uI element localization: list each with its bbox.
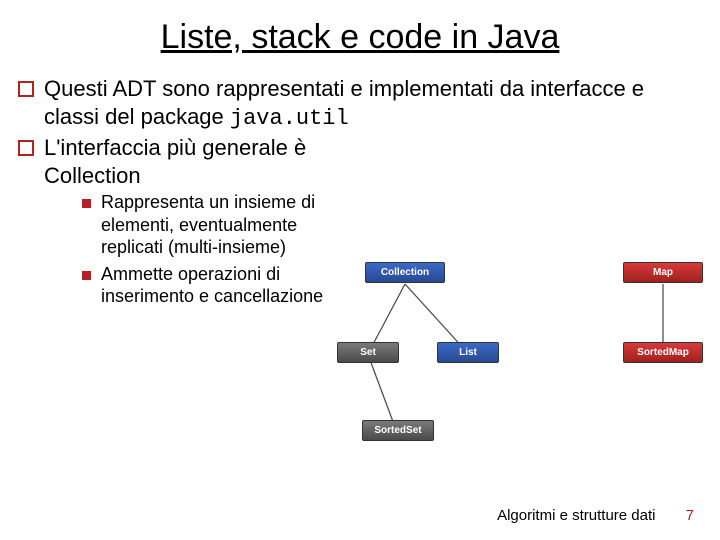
page-number: 7 xyxy=(686,507,694,524)
bullet-2: L'interfaccia più generale è Collection xyxy=(18,134,702,189)
hierarchy-diagram: Collection Map Set List SortedMap Sorted… xyxy=(365,262,710,462)
footer-text: Algoritmi e strutture dati xyxy=(497,507,655,524)
slide-title: Liste, stack e code in Java xyxy=(0,0,720,67)
node-set: Set xyxy=(337,342,399,363)
bullet-1-code: java.util xyxy=(230,106,349,131)
bullet-icon xyxy=(18,140,34,156)
sub-bullet-1-text: Rappresenta un insieme di elementi, even… xyxy=(101,191,351,259)
node-map: Map xyxy=(623,262,703,283)
sub-bullet-1: Rappresenta un insieme di elementi, even… xyxy=(82,191,702,259)
bullet-2-text: L'interfaccia più generale è Collection xyxy=(44,134,374,189)
node-list: List xyxy=(437,342,499,363)
bullet-icon xyxy=(18,81,34,97)
bullet-icon xyxy=(82,199,91,208)
bullet-1: Questi ADT sono rappresentati e implemen… xyxy=(18,75,702,132)
node-collection: Collection xyxy=(365,262,445,283)
bullet-1-text: Questi ADT sono rappresentati e implemen… xyxy=(44,75,684,132)
node-sortedset: SortedSet xyxy=(362,420,434,441)
sub-bullet-2-text: Ammette operazioni di inserimento e canc… xyxy=(101,263,351,308)
bullet-icon xyxy=(82,271,91,280)
footer: Algoritmi e strutture dati 7 xyxy=(497,507,694,524)
node-sortedmap: SortedMap xyxy=(623,342,703,363)
